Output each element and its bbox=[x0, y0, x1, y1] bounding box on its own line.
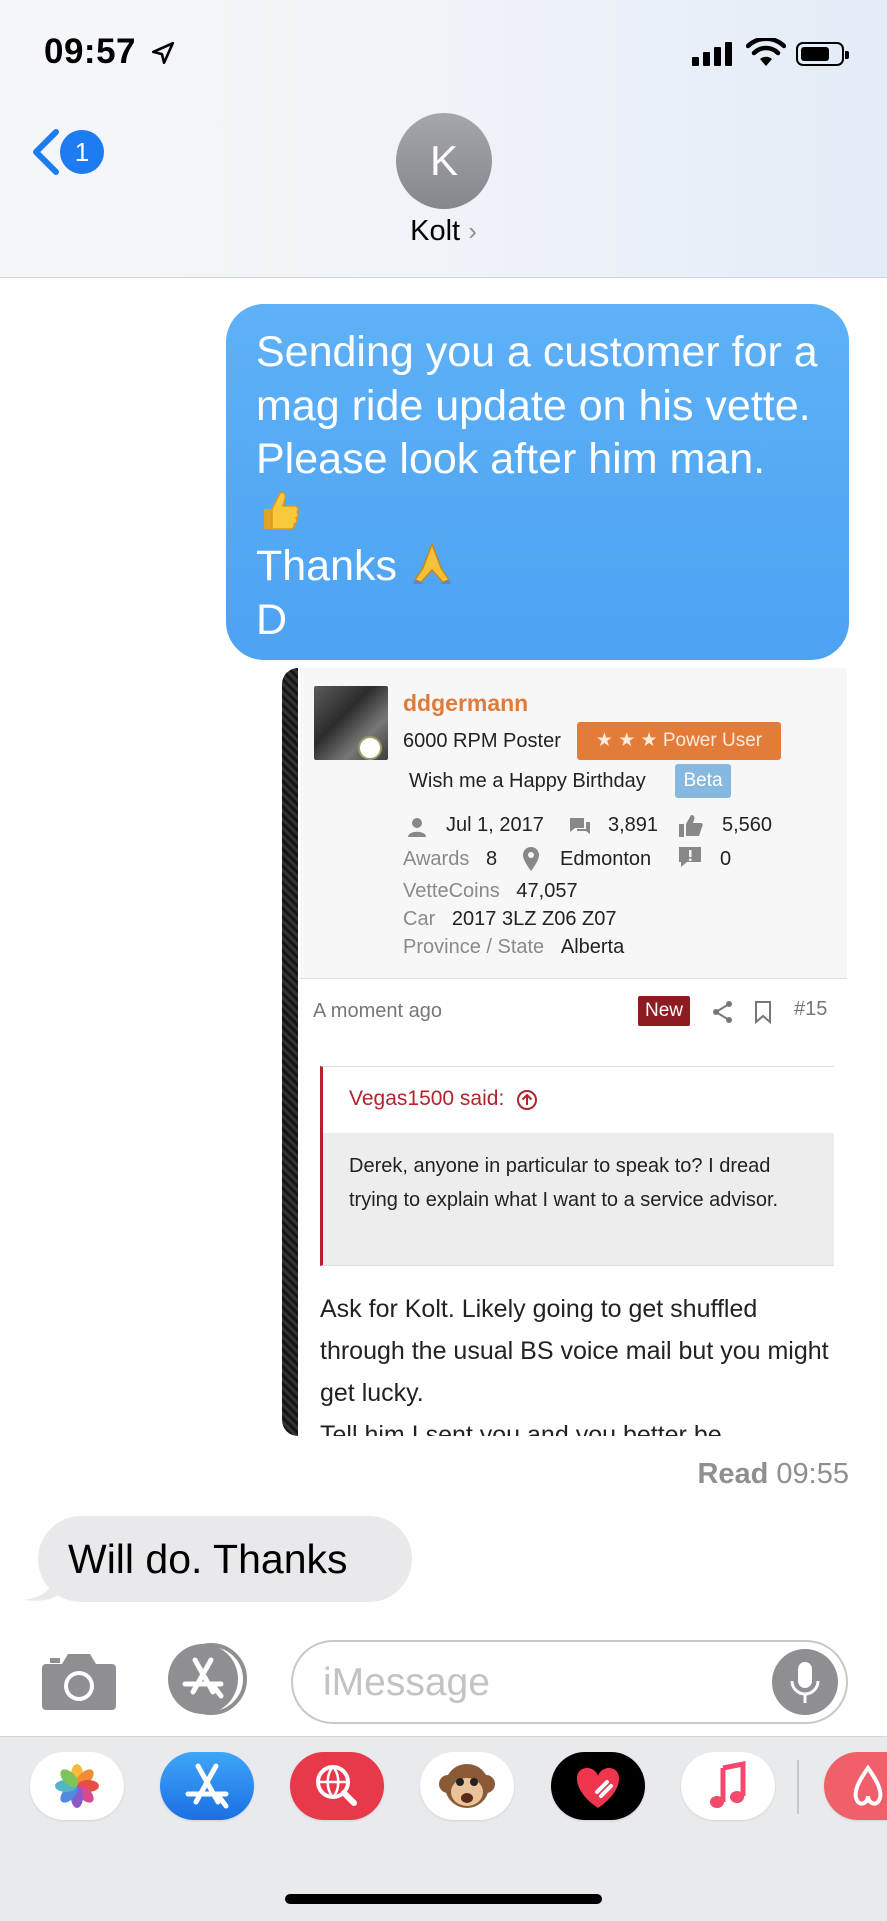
sent-thanks-text: Thanks bbox=[256, 542, 398, 590]
animoji-app-icon[interactable] bbox=[420, 1752, 514, 1820]
location-pin-icon bbox=[523, 847, 539, 871]
car-label: Car bbox=[403, 908, 436, 930]
contact-name-label: Kolt bbox=[410, 215, 461, 247]
like-count: 5,560 bbox=[722, 814, 773, 836]
location-arrow-icon bbox=[151, 41, 175, 65]
airbnb-app-icon[interactable] bbox=[824, 1752, 887, 1820]
joined-date: Jul 1, 2017 bbox=[446, 814, 544, 836]
chevron-right-icon: › bbox=[468, 216, 477, 246]
thumbs-up-emoji-icon bbox=[264, 491, 299, 530]
car-value: 2017 3LZ Z06 Z07 bbox=[451, 908, 617, 930]
post-time: A moment ago bbox=[313, 1000, 442, 1022]
music-app-icon[interactable] bbox=[681, 1752, 775, 1820]
new-badge: New bbox=[638, 996, 690, 1026]
read-receipt: Read 09:55 bbox=[600, 1458, 849, 1491]
app-store-button-icon[interactable] bbox=[165, 1642, 249, 1716]
birthday-text: Wish me a Happy Birthday bbox=[409, 770, 646, 792]
contact-avatar[interactable]: K bbox=[396, 113, 492, 209]
photos-flower-icon bbox=[55, 1764, 99, 1808]
photos-app-icon[interactable] bbox=[30, 1752, 124, 1820]
camera-icon[interactable] bbox=[40, 1650, 118, 1712]
quote-text: Derek, anyone in particular to speak to?… bbox=[323, 1133, 834, 1265]
sent-message-bubble[interactable]: Sending you a customer for a mag ride up… bbox=[226, 304, 849, 660]
imessage-placeholder: iMessage bbox=[323, 1661, 490, 1704]
forum-post: ddgermann 6000 RPM Poster ★ ★ ★ Power Us… bbox=[300, 668, 847, 1436]
location-value: Edmonton bbox=[560, 848, 652, 870]
awards-label-text: Awards bbox=[403, 848, 470, 870]
sent-message-text: Sending you a customer for a mag ride up… bbox=[256, 328, 818, 483]
reply-body: Ask for Kolt. Likely going to get shuffl… bbox=[320, 1295, 829, 1407]
quote-header: Vegas1500 said: bbox=[323, 1067, 834, 1133]
car-row: Car 2017 3LZ Z06 Z07 bbox=[403, 908, 616, 931]
heart-icon bbox=[576, 1768, 620, 1808]
search-images-app-icon[interactable] bbox=[290, 1752, 384, 1820]
received-message-bubble[interactable]: Will do. Thanks bbox=[38, 1516, 412, 1602]
share-icon bbox=[713, 1001, 732, 1023]
status-time: 09:57 bbox=[44, 32, 137, 71]
warning-flag-icon bbox=[679, 847, 701, 867]
province-row: Province / State Alberta bbox=[403, 936, 624, 959]
messages-icon bbox=[570, 818, 590, 834]
read-time: 09:55 bbox=[776, 1458, 849, 1490]
card-texture-edge bbox=[282, 668, 298, 1436]
beta-badge: Beta bbox=[675, 764, 731, 798]
sent-signature: D bbox=[256, 595, 288, 644]
music-note-icon bbox=[710, 1760, 746, 1808]
wifi-icon bbox=[746, 38, 786, 66]
battery-icon bbox=[796, 42, 849, 66]
drawer-divider bbox=[797, 1760, 799, 1814]
back-chevron-icon[interactable] bbox=[30, 128, 62, 176]
microphone-icon[interactable] bbox=[772, 1649, 838, 1715]
cellular-signal-icon bbox=[692, 42, 736, 66]
unread-count-badge[interactable]: 1 bbox=[60, 130, 104, 174]
reply-text: Ask for Kolt. Likely going to get shuffl… bbox=[320, 1288, 830, 1436]
contact-name[interactable]: Kolt › bbox=[0, 215, 887, 248]
post-number: #15 bbox=[794, 998, 828, 1020]
warnings-value: 0 bbox=[720, 848, 732, 870]
bookmark-icon bbox=[755, 1001, 771, 1024]
app-store-glyph-icon bbox=[185, 1763, 229, 1809]
forum-username: ddgermann bbox=[403, 690, 529, 716]
digital-touch-app-icon[interactable] bbox=[551, 1752, 645, 1820]
thumbs-up-icon bbox=[679, 815, 703, 837]
person-icon bbox=[408, 818, 426, 837]
imessage-input[interactable]: iMessage bbox=[291, 1640, 848, 1724]
app-store-app-icon[interactable] bbox=[160, 1752, 254, 1820]
monkey-icon bbox=[439, 1764, 495, 1808]
user-title: 6000 RPM Poster bbox=[403, 730, 561, 752]
arrow-up-circle-icon bbox=[517, 1090, 537, 1110]
quote-block: Vegas1500 said: Derek, anyone in particu… bbox=[320, 1066, 834, 1266]
online-status-icon bbox=[358, 736, 382, 760]
province-label: Province / State bbox=[403, 936, 545, 958]
message-count: 3,891 bbox=[608, 814, 659, 836]
province-value: Alberta bbox=[560, 936, 625, 958]
vettecoins-value: 47,057 bbox=[516, 880, 578, 902]
home-indicator[interactable] bbox=[285, 1894, 602, 1904]
reply-cut-line: Tell him I sent you and you better be bbox=[320, 1421, 722, 1436]
awards-label: Awards 8 bbox=[403, 848, 497, 871]
vettecoins-label: VetteCoins bbox=[403, 880, 500, 902]
quote-author: Vegas1500 said: bbox=[349, 1087, 505, 1110]
airbnb-logo-icon bbox=[853, 1764, 883, 1806]
awards-value: 8 bbox=[486, 848, 498, 870]
power-user-badge: ★ ★ ★ Power User bbox=[577, 722, 781, 760]
read-label: Read bbox=[697, 1458, 769, 1490]
folded-hands-emoji-icon bbox=[412, 541, 451, 584]
globe-search-icon bbox=[316, 1765, 357, 1806]
vettecoins-row: VetteCoins 47,057 bbox=[403, 880, 578, 903]
